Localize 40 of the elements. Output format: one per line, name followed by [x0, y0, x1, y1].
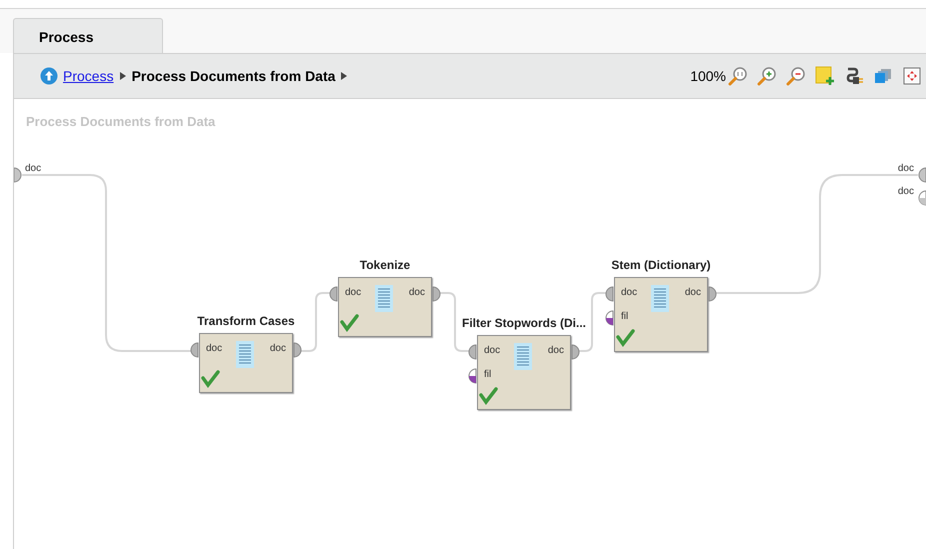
- operator-box[interactable]: [199, 333, 293, 393]
- breadcrumb-link[interactable]: Process: [63, 66, 114, 86]
- triangle-icon: [341, 72, 348, 80]
- add-note-icon[interactable]: [815, 66, 835, 86]
- port-label: fil: [621, 312, 628, 322]
- port-label: doc: [621, 288, 638, 298]
- zoom-out-icon[interactable]: [786, 66, 806, 86]
- connector-line: [299, 292, 332, 352]
- port-label: doc: [206, 344, 222, 354]
- breadcrumb-item: Process Documents from Data: [132, 66, 336, 86]
- port-label: doc: [345, 288, 362, 298]
- operator-title: Transform Cases: [197, 315, 295, 327]
- port-label: doc: [548, 346, 564, 356]
- port-label: doc: [898, 164, 914, 174]
- operator-box[interactable]: [338, 277, 432, 337]
- zoom-level: 100%: [690, 66, 726, 86]
- operator-title: Filter Stopwords (Di...: [462, 317, 586, 329]
- document-icon: [514, 343, 532, 370]
- process-tab[interactable]: Process: [13, 18, 163, 53]
- zoom-in-icon[interactable]: [757, 66, 777, 86]
- document-icon: [651, 285, 669, 312]
- operator-title: Tokenize: [360, 259, 410, 271]
- port-label: doc: [270, 344, 286, 354]
- port-label: doc: [408, 288, 425, 298]
- layers-icon[interactable]: [873, 66, 893, 86]
- operator-box[interactable]: [614, 277, 708, 352]
- port-label: fil: [484, 370, 492, 380]
- document-icon: [236, 341, 254, 368]
- port-label: doc: [684, 288, 701, 298]
- port-label: doc: [25, 164, 42, 174]
- canvas-title: Process Documents from Data: [26, 113, 216, 131]
- fit-to-view-icon[interactable]: [902, 66, 922, 86]
- port-label: doc: [898, 187, 914, 197]
- zoom-reset-icon[interactable]: [728, 66, 748, 86]
- operator-title: Stem (Dictionary): [611, 259, 711, 271]
- plug-icon[interactable]: [844, 66, 864, 86]
- operator-box[interactable]: [477, 335, 571, 410]
- triangle-icon: [120, 72, 126, 80]
- port-label: doc: [484, 346, 500, 356]
- document-icon: [375, 285, 393, 312]
